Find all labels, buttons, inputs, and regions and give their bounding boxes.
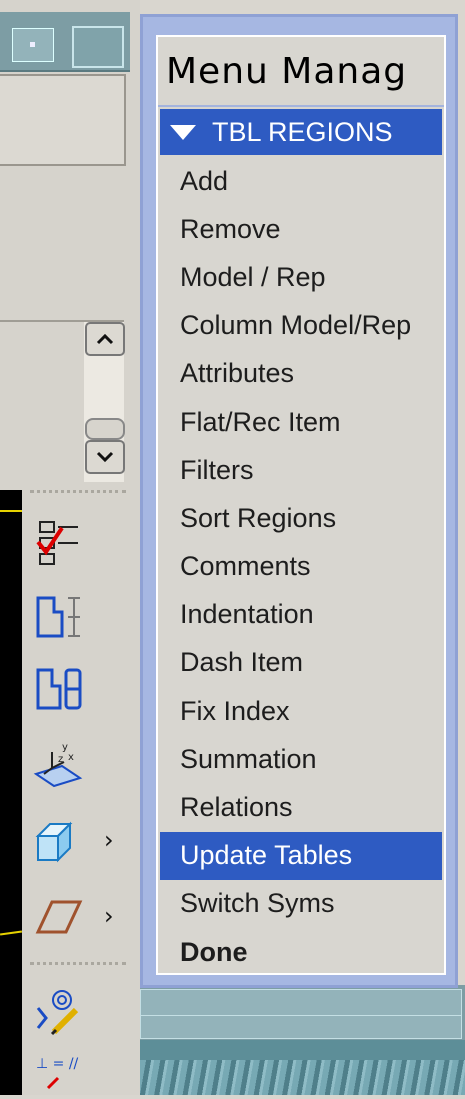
minimize-button[interactable] [12,28,54,62]
menu-item-sort-regions[interactable]: Sort Regions [160,494,442,542]
menu-list: Add Remove Model / Rep Column Model/Rep … [160,157,442,976]
graphics-canvas[interactable] [0,490,22,1095]
triangle-down-icon [170,124,196,140]
csys-plane-icon[interactable]: y x z [32,738,92,788]
toolbar-separator [30,962,126,965]
toolbar-separator [30,490,126,493]
info-panel [0,74,126,166]
menu-item-add[interactable]: Add [160,157,442,205]
menu-panel: Menu Manag TBL REGIONS Add Remove Model … [156,35,446,975]
section-header-label: TBL REGIONS [212,116,393,147]
menu-item-dash-item[interactable]: Dash Item [160,639,442,687]
menu-item-done[interactable]: Done [160,928,442,976]
cube-icon[interactable] [32,816,92,866]
menu-item-update-tables[interactable]: Update Tables [160,831,442,880]
scroll-thumb[interactable] [85,418,125,440]
menu-item-model-rep[interactable]: Model / Rep [160,253,442,301]
menu-item-fix-index[interactable]: Fix Index [160,687,442,735]
menu-item-relations[interactable]: Relations [160,783,442,831]
menu-item-column-model-rep[interactable]: Column Model/Rep [160,302,442,350]
parallelogram-plane-icon[interactable] [32,892,92,942]
tbl-regions-header[interactable]: TBL REGIONS [160,109,442,155]
menu-item-summation[interactable]: Summation [160,735,442,783]
table-check-icon[interactable] [32,518,92,568]
maximize-button[interactable] [72,26,124,68]
background-texture [140,1040,465,1095]
canvas-line [0,510,22,512]
svg-text:x: x [68,752,74,763]
sensor-pen-icon[interactable] [32,988,92,1038]
background-app: y x z › › ⊥ = // [0,0,140,1095]
svg-text:z: z [58,754,63,765]
dimension-table-icon[interactable] [32,592,92,642]
menu-item-indentation[interactable]: Indentation [160,591,442,639]
scroll-up-button[interactable] [85,322,125,356]
menu-item-filters[interactable]: Filters [160,446,442,494]
menu-item-flat-rec-item[interactable]: Flat/Rec Item [160,398,442,446]
constraint-icon[interactable]: ⊥ = // [32,1050,92,1095]
menu-item-attributes[interactable]: Attributes [160,350,442,398]
split-table-icon[interactable] [32,664,92,714]
chevron-right-icon[interactable]: › [104,902,114,930]
svg-text:⊥ = //: ⊥ = // [36,1056,79,1072]
menu-item-switch-syms[interactable]: Switch Syms [160,880,442,928]
window-title-bar [0,12,130,72]
scroll-down-button[interactable] [85,440,125,474]
chevron-up-icon [96,333,114,345]
menu-manager-window: Menu Manag TBL REGIONS Add Remove Model … [140,14,458,988]
chevron-down-icon [96,451,114,463]
background-window-frame [140,985,465,1045]
menu-item-remove[interactable]: Remove [160,205,442,253]
menu-manager-title: Menu Manag [158,37,444,107]
chevron-right-icon[interactable]: › [104,826,114,854]
menu-item-comments[interactable]: Comments [160,543,442,591]
